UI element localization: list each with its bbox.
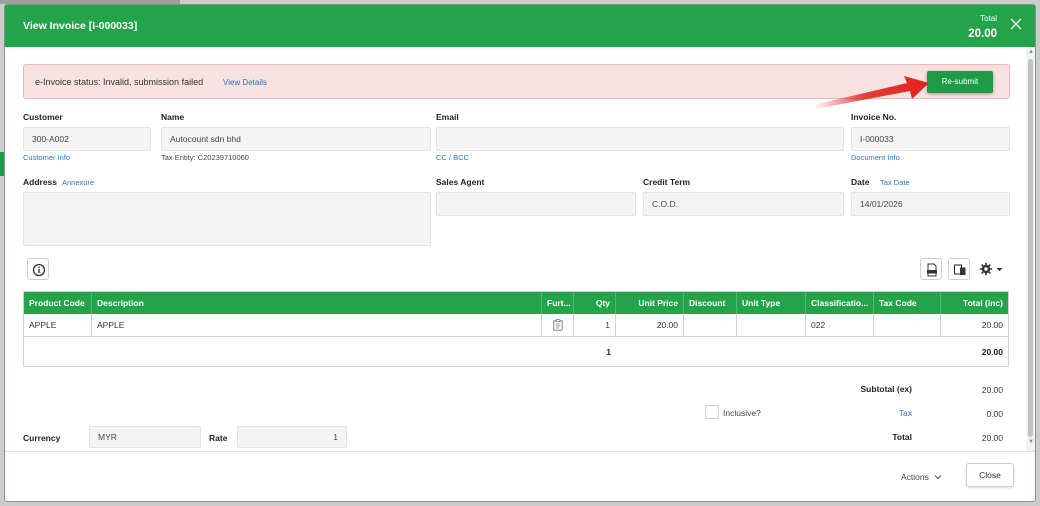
invoice-dialog: View Invoice [I-000033] Total 20.00 ▲ ▼ … — [4, 4, 1036, 502]
col-further-description[interactable]: Furt... — [542, 292, 574, 314]
subtotal-label: Subtotal (ex) — [860, 384, 912, 394]
inclusive-checkbox[interactable] — [705, 405, 719, 419]
line-items-grid: Product Code Description Furt... Qty Uni… — [23, 291, 1009, 367]
grid-footer-row: 1 20.00 — [24, 337, 1008, 367]
col-qty[interactable]: Qty — [574, 292, 616, 314]
file-csv-icon — [927, 263, 937, 277]
currency-label: Currency — [23, 433, 61, 443]
settings-gear-icon[interactable] — [979, 262, 1005, 276]
info-button[interactable] — [27, 258, 49, 280]
info-icon — [32, 263, 46, 277]
csv-export-button[interactable] — [920, 258, 942, 280]
cell-tax-code[interactable] — [874, 314, 941, 336]
actions-label: Actions — [901, 472, 929, 482]
chevron-down-icon — [934, 475, 942, 480]
cell-description[interactable]: APPLE — [92, 314, 542, 336]
dialog-header: View Invoice [I-000033] Total 20.00 — [5, 5, 1035, 47]
name-field[interactable]: Autocount sdn bhd — [161, 127, 431, 151]
scrollbar-thumb[interactable] — [1028, 59, 1033, 437]
customer-label: Customer — [23, 112, 63, 122]
date-field[interactable]: 14/01/2026 — [851, 192, 1010, 216]
tax-date-link[interactable]: Tax Date — [880, 178, 910, 187]
cell-qty[interactable]: 1 — [574, 314, 616, 336]
vertical-scrollbar[interactable]: ▲ ▼ — [1026, 47, 1035, 451]
currency-field[interactable]: MYR — [89, 426, 201, 448]
cc-bcc-link[interactable]: CC / BCC — [436, 153, 469, 162]
name-label: Name — [161, 112, 185, 122]
col-classification[interactable]: Classificatio... — [806, 292, 874, 314]
table-row[interactable]: APPLE APPLE 1 20.00 022 20.00 — [24, 314, 1008, 337]
cell-unit-type[interactable] — [737, 314, 806, 336]
total-label: Total — [892, 432, 912, 442]
annotation-arrow-icon — [813, 76, 929, 109]
col-total-inc[interactable]: Total (inc) — [941, 292, 1008, 314]
date-label: Date — [851, 177, 870, 187]
cell-classification[interactable]: 022 — [806, 314, 874, 336]
scroll-down-icon[interactable]: ▼ — [1028, 439, 1034, 445]
customer-code-field[interactable]: 300-A002 — [23, 127, 151, 151]
col-description[interactable]: Description — [92, 292, 542, 314]
sales-agent-label: Sales Agent — [436, 177, 485, 187]
rate-field[interactable]: 1 — [237, 426, 347, 448]
col-product-code[interactable]: Product Code — [24, 292, 92, 314]
address-label: Address — [23, 177, 58, 187]
header-total-label: Total — [980, 14, 997, 23]
actions-dropdown[interactable]: Actions — [901, 472, 942, 482]
footer-qty-total: 1 — [606, 347, 611, 357]
clipboard-icon[interactable] — [553, 319, 563, 331]
col-unit-price[interactable]: Unit Price — [616, 292, 684, 314]
copy-document-icon — [953, 264, 966, 275]
email-label: Email — [436, 112, 459, 122]
einvoice-status-text: e-Invoice status: Invalid, submission fa… — [35, 77, 204, 87]
grid-header-row: Product Code Description Furt... Qty Uni… — [24, 292, 1008, 314]
rate-label: Rate — [209, 433, 228, 443]
close-icon[interactable] — [1009, 17, 1023, 31]
cell-discount[interactable] — [684, 314, 737, 336]
annexure-link[interactable]: Annexure — [62, 178, 94, 187]
invoice-no-label: Invoice No. — [851, 112, 897, 122]
dialog-title: View Invoice [I-000033] — [23, 20, 138, 32]
copy-document-button[interactable] — [948, 258, 970, 280]
footer-amount-total: 20.00 — [981, 347, 1003, 357]
close-button[interactable]: Close — [966, 463, 1014, 487]
col-tax-code[interactable]: Tax Code — [874, 292, 941, 314]
tax-entity-text: Tax Entity: C20239710060 — [161, 153, 249, 162]
customer-info-link[interactable]: Customer Info — [23, 153, 70, 162]
total-value: 20.00 — [981, 433, 1003, 443]
resubmit-button[interactable]: Re-submit — [927, 71, 993, 93]
subtotal-value: 20.00 — [981, 385, 1003, 395]
cell-product-code[interactable]: APPLE — [24, 314, 92, 336]
col-unit-type[interactable]: Unit Type — [737, 292, 806, 314]
credit-term-label: Credit Term — [643, 177, 691, 187]
credit-term-field[interactable]: C.O.D. — [643, 192, 844, 216]
col-discount[interactable]: Discount — [684, 292, 737, 314]
document-info-link[interactable]: Document Info — [851, 153, 900, 162]
address-field[interactable] — [23, 192, 431, 246]
header-total-value: 20.00 — [968, 28, 997, 40]
cell-further-description[interactable] — [542, 314, 574, 336]
invoice-no-field[interactable]: I-000033 — [851, 127, 1010, 151]
scroll-up-icon[interactable]: ▲ — [1028, 49, 1034, 55]
tax-link[interactable]: Tax — [832, 408, 912, 418]
tax-value: 0.00 — [986, 409, 1003, 419]
email-field[interactable] — [436, 127, 844, 151]
view-details-link[interactable]: View Details — [223, 78, 267, 87]
dialog-footer: Actions Close — [5, 451, 1035, 501]
inclusive-label: Inclusive? — [723, 408, 761, 418]
cell-total-inc[interactable]: 20.00 — [941, 314, 1008, 336]
sales-agent-field[interactable] — [436, 192, 636, 216]
cell-unit-price[interactable]: 20.00 — [616, 314, 684, 336]
